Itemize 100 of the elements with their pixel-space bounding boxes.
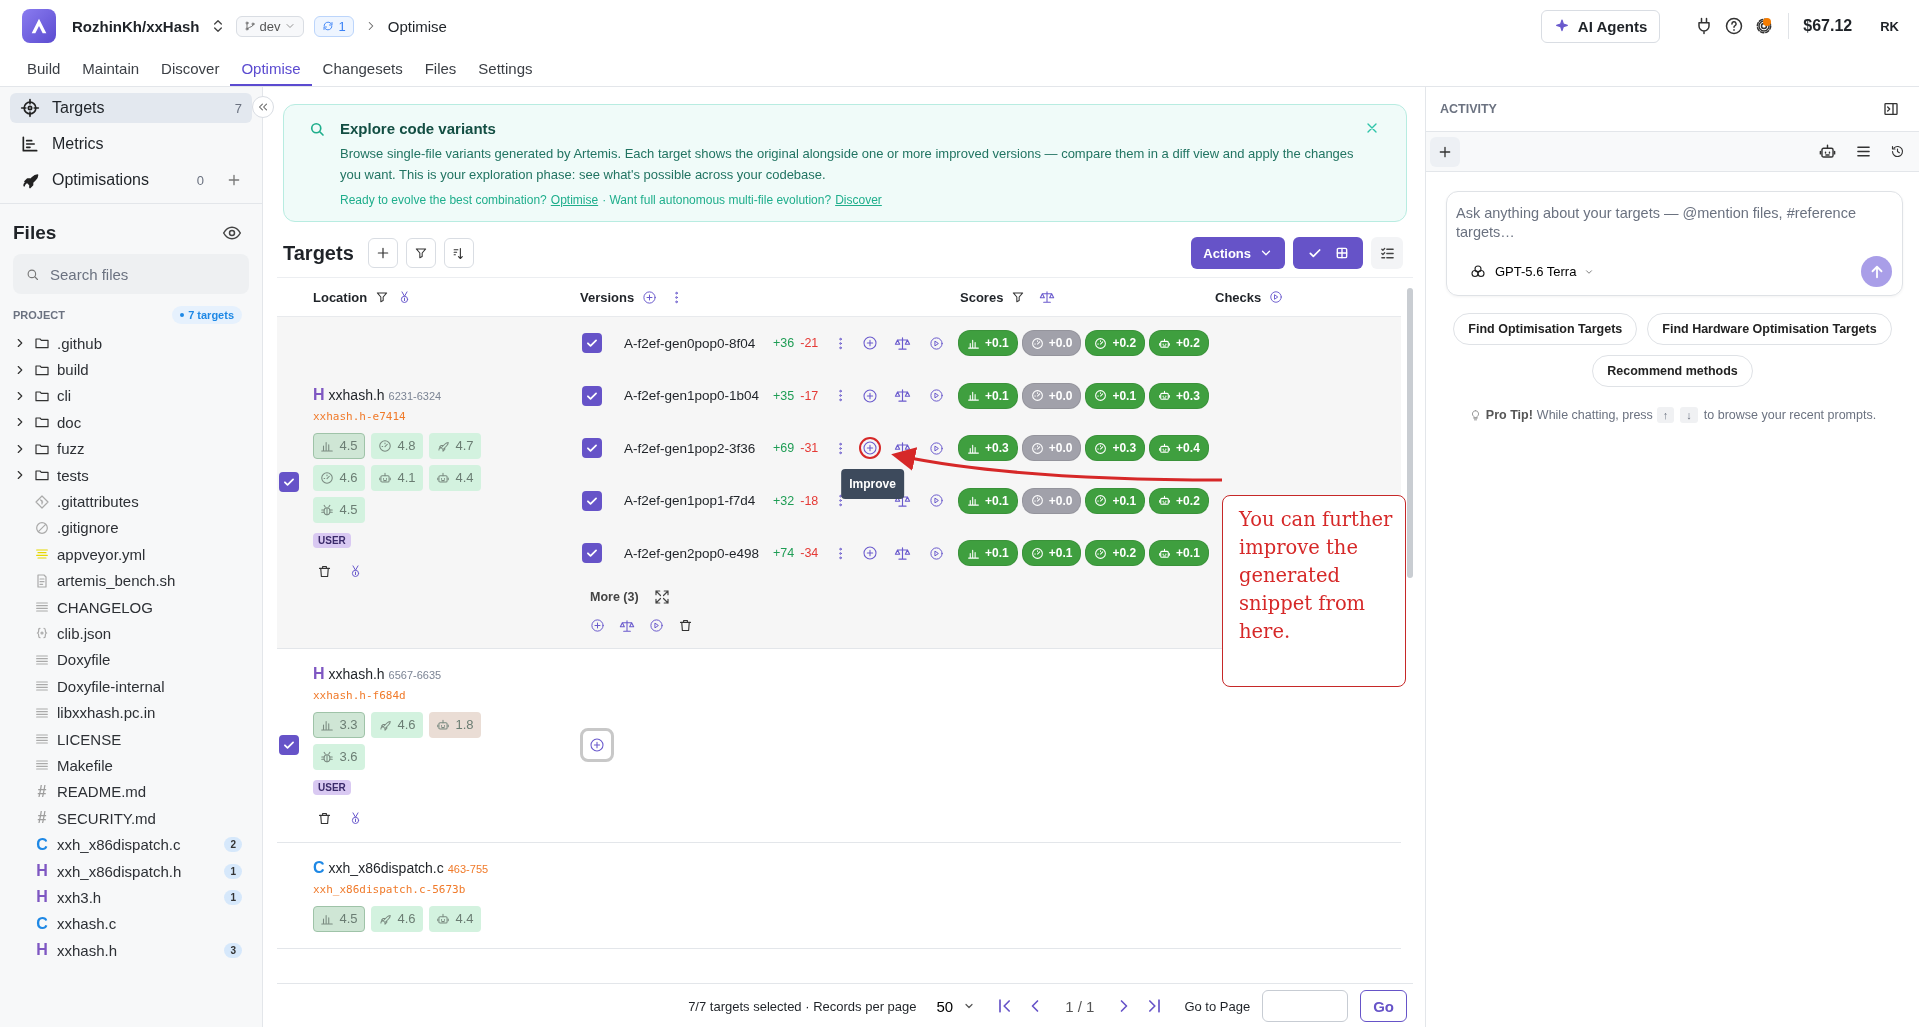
checkbox[interactable] (582, 333, 602, 354)
filter-icon[interactable] (1011, 290, 1026, 304)
filter-button[interactable] (405, 238, 436, 268)
scale-icon[interactable] (1039, 289, 1056, 305)
version-name[interactable]: A-f2ef-gen2pop0-e498 (624, 545, 773, 561)
checkbox[interactable] (582, 490, 602, 511)
go-button[interactable]: Go (1360, 990, 1407, 1022)
records-per-page[interactable]: 50 (928, 997, 984, 1015)
checkbox[interactable] (582, 385, 602, 406)
collapse-button[interactable] (252, 96, 274, 118)
file-item[interactable]: H xxh_x86dispatch.h 1 (13, 857, 242, 885)
folder-item[interactable]: cli (13, 382, 242, 410)
new-chat-button[interactable] (1430, 136, 1460, 167)
file-item[interactable]: LICENSE (13, 725, 242, 753)
file-item[interactable]: .gitignore (13, 514, 242, 542)
nav-tab[interactable]: Maintain (71, 52, 151, 86)
folder-item[interactable]: tests (13, 461, 242, 489)
suggestion-chip[interactable]: Recommend methods (1592, 355, 1753, 387)
add-icon[interactable] (590, 617, 605, 633)
column-header[interactable]: Checks (1215, 289, 1262, 305)
robot-icon[interactable] (1818, 142, 1837, 161)
play-icon[interactable] (928, 440, 944, 456)
view-toggle[interactable] (1293, 237, 1363, 269)
version-name[interactable]: A-f2ef-gen1pop2-3f36 (624, 440, 773, 456)
column-header[interactable]: Location (313, 289, 368, 305)
checkbox[interactable] (582, 438, 602, 459)
target-file[interactable]: xxhash.h (328, 386, 385, 403)
file-item[interactable]: # README.md (13, 778, 242, 806)
file-item[interactable]: Makefile (13, 752, 242, 779)
play-icon[interactable] (928, 388, 944, 404)
list-view-button[interactable] (1371, 237, 1403, 269)
nav-tab[interactable]: Changesets (311, 52, 414, 86)
column-header[interactable]: Scores (960, 289, 1004, 305)
filter-icon[interactable] (375, 290, 390, 304)
scrollbar[interactable] (1407, 288, 1413, 578)
suggestion-chip[interactable]: Find Optimisation Targets (1453, 313, 1638, 345)
scale-icon[interactable] (893, 387, 911, 405)
page-input[interactable] (1262, 990, 1349, 1022)
folder-item[interactable]: build (13, 356, 242, 383)
file-item[interactable]: artemis_bench.sh (13, 567, 242, 594)
file-item[interactable]: Doxyfile (13, 646, 242, 674)
plus-icon[interactable] (226, 172, 242, 188)
scale-icon[interactable] (893, 544, 911, 562)
checkbox[interactable] (279, 472, 299, 493)
file-item[interactable]: libxxhash.pc.in (13, 699, 242, 726)
ai-agents-button[interactable]: AI Agents (1540, 9, 1661, 43)
more-link[interactable]: More (3) (590, 589, 639, 604)
actions-button[interactable]: Actions (1191, 237, 1285, 269)
eye-icon[interactable] (222, 223, 242, 243)
nav-tab[interactable]: Settings (467, 52, 544, 86)
version-name[interactable]: A-f2ef-gen1pop0-1b04 (624, 388, 773, 404)
trash-icon[interactable] (317, 563, 332, 579)
search-input[interactable]: Search files (48, 264, 237, 284)
nav-tab[interactable]: Discover (150, 52, 231, 86)
history-icon[interactable] (1890, 144, 1905, 159)
file-item[interactable]: appveyor.yml (13, 541, 242, 568)
app-logo[interactable] (22, 9, 56, 43)
panel-icon[interactable] (1883, 101, 1899, 117)
play-icon[interactable] (928, 335, 944, 351)
folder-item[interactable]: doc (13, 409, 242, 436)
sort-button[interactable] (443, 238, 474, 268)
trash-icon[interactable] (678, 617, 693, 633)
file-item[interactable]: H xxh3.h 1 (13, 884, 242, 911)
target-file[interactable]: xxh_x86dispatch.c (328, 859, 444, 876)
file-item[interactable]: CHANGELOG (13, 593, 242, 621)
help-button[interactable] (1724, 16, 1745, 36)
checkbox[interactable] (279, 735, 299, 755)
branch-selector[interactable]: dev (235, 15, 305, 37)
file-item[interactable]: C xxh_x86dispatch.c 2 (13, 831, 242, 858)
expand-icon[interactable] (652, 587, 671, 606)
play-icon[interactable] (928, 493, 944, 509)
play-icon[interactable] (1269, 290, 1284, 304)
sidebar-item[interactable]: Targets 7 (10, 93, 252, 123)
sidebar-item[interactable]: Optimisations 0 (10, 165, 252, 195)
file-item[interactable]: C xxhash.c (13, 910, 242, 937)
search-field[interactable]: Search files (13, 254, 249, 294)
improve-button[interactable] (859, 437, 881, 460)
play-icon[interactable] (649, 617, 664, 633)
folder-item[interactable]: fuzz (13, 435, 242, 462)
column-header[interactable]: Versions (580, 289, 635, 305)
model-selector[interactable]: GPT-5.6 Terra (1469, 262, 1595, 281)
target-file[interactable]: xxhash.h (328, 665, 385, 682)
scale-icon[interactable] (893, 334, 911, 352)
folder-item[interactable]: .github (13, 330, 242, 357)
user-initials[interactable]: RK (1880, 18, 1899, 34)
file-item[interactable]: Doxyfile-internal (13, 673, 242, 700)
chat-input-box[interactable]: Ask anything about your targets — @mention files, #reference targets… GPT-5.6 Terra (1446, 191, 1903, 296)
add-button[interactable] (367, 238, 398, 268)
file-item[interactable]: # SECURITY.md (13, 805, 242, 832)
sidebar-item[interactable]: Metrics (10, 129, 252, 159)
suggestion-chip[interactable]: Find Hardware Optimisation Targets (1647, 313, 1892, 345)
file-item[interactable]: .gitattributes (13, 488, 242, 515)
version-name[interactable]: A-f2ef-gen1pop1-f7d4 (624, 493, 773, 509)
version-name[interactable]: A-f2ef-gen0pop0-8f04 (624, 335, 773, 351)
add-icon[interactable] (642, 289, 658, 305)
trash-icon[interactable] (317, 810, 332, 826)
checkbox[interactable] (582, 543, 602, 564)
scale-icon[interactable] (619, 617, 635, 634)
play-icon[interactable] (928, 545, 944, 561)
file-item[interactable]: clib.json (13, 620, 242, 647)
